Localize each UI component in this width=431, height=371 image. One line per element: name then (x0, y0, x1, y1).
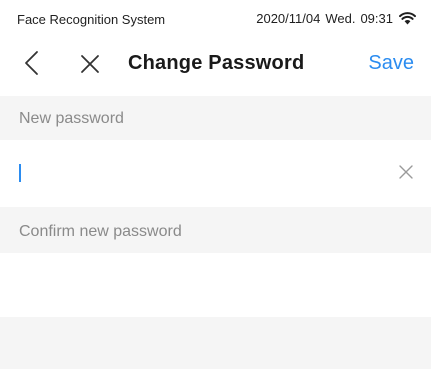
close-icon[interactable] (79, 53, 101, 75)
confirm-password-label: Confirm new password (0, 207, 431, 253)
clear-input-icon[interactable] (398, 164, 414, 180)
status-app-name: Face Recognition System (17, 12, 166, 27)
status-time: 09:31 (360, 11, 393, 26)
navigation-bar: Change Password Save (0, 40, 431, 90)
status-weekday: Wed. (325, 11, 356, 26)
confirm-password-field[interactable] (19, 271, 383, 303)
status-date: 2020/11/04 (256, 11, 321, 26)
status-datetime: 2020/11/04 Wed. 09:31 (256, 11, 393, 26)
new-password-field[interactable] (19, 158, 383, 190)
new-password-row (0, 140, 431, 207)
save-button[interactable]: Save (368, 52, 414, 75)
chevron-left-icon[interactable] (22, 50, 42, 76)
change-password-screen: Face Recognition System 2020/11/04 Wed. … (0, 0, 431, 371)
text-cursor (19, 164, 21, 182)
new-password-label: New password (0, 96, 431, 140)
wifi-icon (399, 12, 416, 25)
page-title: Change Password (128, 52, 305, 74)
bottom-spacer (0, 317, 431, 369)
confirm-password-row (0, 253, 431, 317)
status-right-group: 2020/11/04 Wed. 09:31 (256, 11, 416, 26)
status-bar: Face Recognition System 2020/11/04 Wed. … (0, 0, 431, 36)
